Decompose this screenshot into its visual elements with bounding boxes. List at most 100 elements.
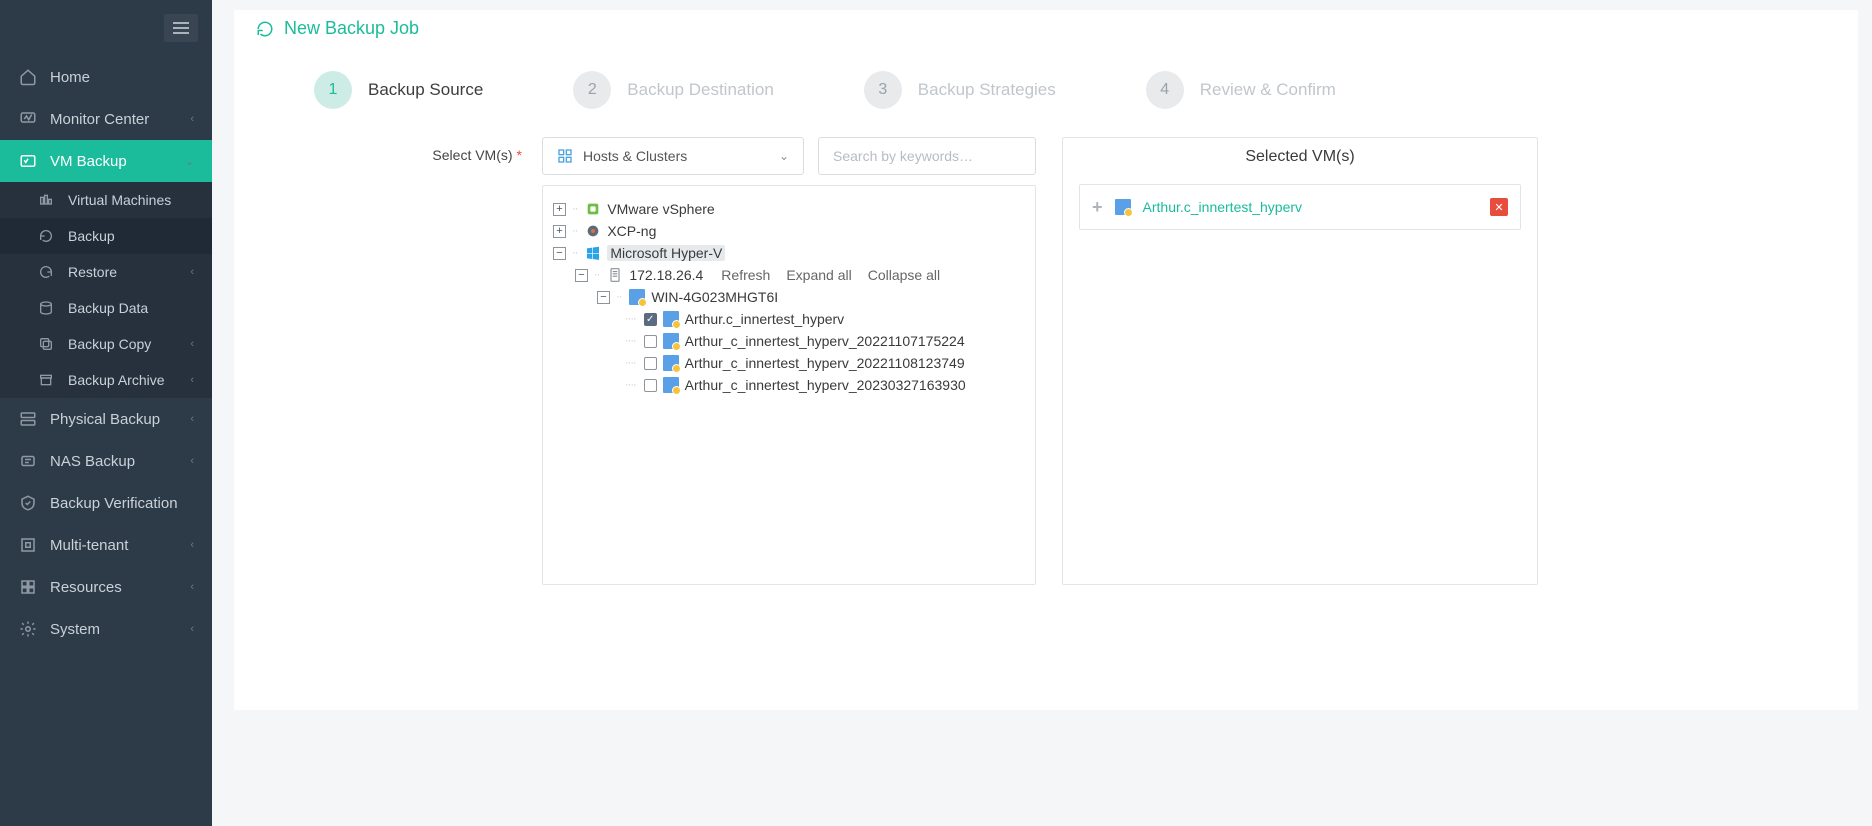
expand-all-link[interactable]: Expand all (786, 267, 851, 283)
tree-node-cluster[interactable]: ·· WIN-4G023MHGT6I (553, 286, 1025, 308)
step-number: 3 (864, 71, 902, 109)
vm-checkbox[interactable] (644, 335, 657, 348)
plus-icon[interactable]: + (1092, 197, 1103, 218)
sidebar: Home Monitor Center ‹ VM Backup ⌄ Virtua… (0, 0, 212, 826)
sidebar-item-backup-data[interactable]: Backup Data (0, 290, 212, 326)
gear-icon (18, 619, 38, 639)
search-input[interactable] (818, 137, 1036, 175)
step-number: 1 (314, 71, 352, 109)
vms-icon (36, 190, 56, 210)
sidebar-item-home[interactable]: Home (0, 56, 212, 98)
vm-instance-icon (663, 311, 679, 327)
source-column: Hosts & Clusters ⌄ ·· VMware vSphere (542, 137, 1036, 585)
step-review-confirm[interactable]: 4 Review & Confirm (1146, 71, 1336, 109)
selected-vms-title: Selected VM(s) (1063, 138, 1537, 176)
sidebar-item-label: Virtual Machines (68, 192, 194, 208)
sidebar-item-backup-archive[interactable]: Backup Archive ‹ (0, 362, 212, 398)
sidebar-item-label: Backup (68, 228, 194, 244)
vm-checkbox[interactable] (644, 357, 657, 370)
tree-node-vm[interactable]: ···· ✓ Arthur.c_innertest_hyperv (553, 308, 1025, 330)
sidebar-item-backup[interactable]: Backup (0, 218, 212, 254)
data-icon (36, 298, 56, 318)
step-label: Backup Destination (627, 80, 773, 100)
sidebar-item-system[interactable]: System ‹ (0, 608, 212, 650)
refresh-link[interactable]: Refresh (721, 267, 770, 283)
chevron-left-icon: ‹ (190, 455, 194, 467)
main-content: New Backup Job 1 Backup Source 2 Backup … (212, 0, 1872, 826)
form-row: Select VM(s)* Hosts & Clusters ⌄ (234, 137, 1858, 585)
step-backup-strategies[interactable]: 3 Backup Strategies (864, 71, 1056, 109)
panel-header: New Backup Job (234, 10, 1858, 43)
wizard-steps: 1 Backup Source 2 Backup Destination 3 B… (234, 43, 1858, 137)
step-label: Backup Strategies (918, 80, 1056, 100)
sidebar-item-virtual-machines[interactable]: Virtual Machines (0, 182, 212, 218)
sidebar-item-label: Backup Copy (68, 336, 190, 352)
select-vms-label: Select VM(s)* (264, 137, 522, 585)
verify-icon (18, 493, 38, 513)
tree-node-label: XCP-ng (607, 223, 656, 239)
sidebar-item-vm-backup[interactable]: VM Backup ⌄ (0, 140, 212, 182)
sidebar-item-backup-copy[interactable]: Backup Copy ‹ (0, 326, 212, 362)
cluster-icon (557, 148, 573, 164)
expand-toggle-icon[interactable] (553, 203, 566, 216)
sidebar-item-label: Physical Backup (50, 411, 190, 428)
sidebar-item-nas-backup[interactable]: NAS Backup ‹ (0, 440, 212, 482)
step-label: Backup Source (368, 80, 483, 100)
physical-icon (18, 409, 38, 429)
sidebar-item-label: Monitor Center (50, 111, 190, 128)
vm-checkbox[interactable]: ✓ (644, 313, 657, 326)
sidebar-item-monitor-center[interactable]: Monitor Center ‹ (0, 98, 212, 140)
step-backup-destination[interactable]: 2 Backup Destination (573, 71, 773, 109)
step-label: Review & Confirm (1200, 80, 1336, 100)
chevron-left-icon: ‹ (190, 338, 194, 350)
selected-vm-name[interactable]: Arthur.c_innertest_hyperv (1143, 199, 1303, 215)
menu-toggle-icon[interactable] (164, 14, 198, 42)
remove-button[interactable]: ✕ (1490, 198, 1508, 216)
chevron-down-icon: ⌄ (779, 149, 789, 163)
chevron-left-icon: ‹ (190, 374, 194, 386)
tree-node-xcp[interactable]: ·· XCP-ng (553, 220, 1025, 242)
tree-node-hyperv[interactable]: ·· Microsoft Hyper-V (553, 242, 1025, 264)
sidebar-item-multi-tenant[interactable]: Multi-tenant ‹ (0, 524, 212, 566)
tree-node-vmware[interactable]: ·· VMware vSphere (553, 198, 1025, 220)
page-title: New Backup Job (284, 18, 419, 39)
tree-node-label: Arthur_c_innertest_hyperv_20230327163930 (685, 377, 966, 393)
step-backup-source[interactable]: 1 Backup Source (314, 71, 483, 109)
copy-icon (36, 334, 56, 354)
tree-node-vm[interactable]: ···· Arthur_c_innertest_hyperv_202303271… (553, 374, 1025, 396)
chevron-left-icon: ‹ (190, 266, 194, 278)
collapse-toggle-icon[interactable] (575, 269, 588, 282)
archive-icon (36, 370, 56, 390)
sidebar-item-label: Backup Archive (68, 372, 190, 388)
sidebar-item-backup-verification[interactable]: Backup Verification (0, 482, 212, 524)
sidebar-submenu-vm-backup: Virtual Machines Backup Restore ‹ Backup… (0, 182, 212, 398)
scope-dropdown[interactable]: Hosts & Clusters ⌄ (542, 137, 804, 175)
collapse-all-link[interactable]: Collapse all (868, 267, 940, 283)
tree-node-label: WIN-4G023MHGT6I (651, 289, 778, 305)
vm-checkbox[interactable] (644, 379, 657, 392)
vm-instance-icon (663, 333, 679, 349)
sidebar-item-resources[interactable]: Resources ‹ (0, 566, 212, 608)
sidebar-top (0, 0, 212, 56)
tree-node-label: Arthur_c_innertest_hyperv_20221107175224 (685, 333, 965, 349)
tree-node-vm[interactable]: ···· Arthur_c_innertest_hyperv_202211071… (553, 330, 1025, 352)
dropdown-value: Hosts & Clusters (583, 148, 687, 164)
sidebar-item-label: System (50, 621, 190, 638)
home-icon (18, 67, 38, 87)
tree-node-host[interactable]: ·· 172.18.26.4 Refresh Expand all Collap… (553, 264, 1025, 286)
sidebar-item-restore[interactable]: Restore ‹ (0, 254, 212, 290)
chevron-down-icon: ⌄ (185, 155, 194, 168)
sidebar-item-label: Multi-tenant (50, 537, 190, 554)
collapse-toggle-icon[interactable] (553, 247, 566, 260)
step-number: 4 (1146, 71, 1184, 109)
sidebar-item-label: Resources (50, 579, 190, 596)
tree-node-vm[interactable]: ···· Arthur_c_innertest_hyperv_202211081… (553, 352, 1025, 374)
sidebar-item-physical-backup[interactable]: Physical Backup ‹ (0, 398, 212, 440)
refresh-icon[interactable] (256, 20, 274, 38)
chevron-left-icon: ‹ (190, 623, 194, 635)
windows-icon (585, 245, 601, 261)
monitor-icon (18, 109, 38, 129)
chevron-left-icon: ‹ (190, 581, 194, 593)
collapse-toggle-icon[interactable] (597, 291, 610, 304)
expand-toggle-icon[interactable] (553, 225, 566, 238)
